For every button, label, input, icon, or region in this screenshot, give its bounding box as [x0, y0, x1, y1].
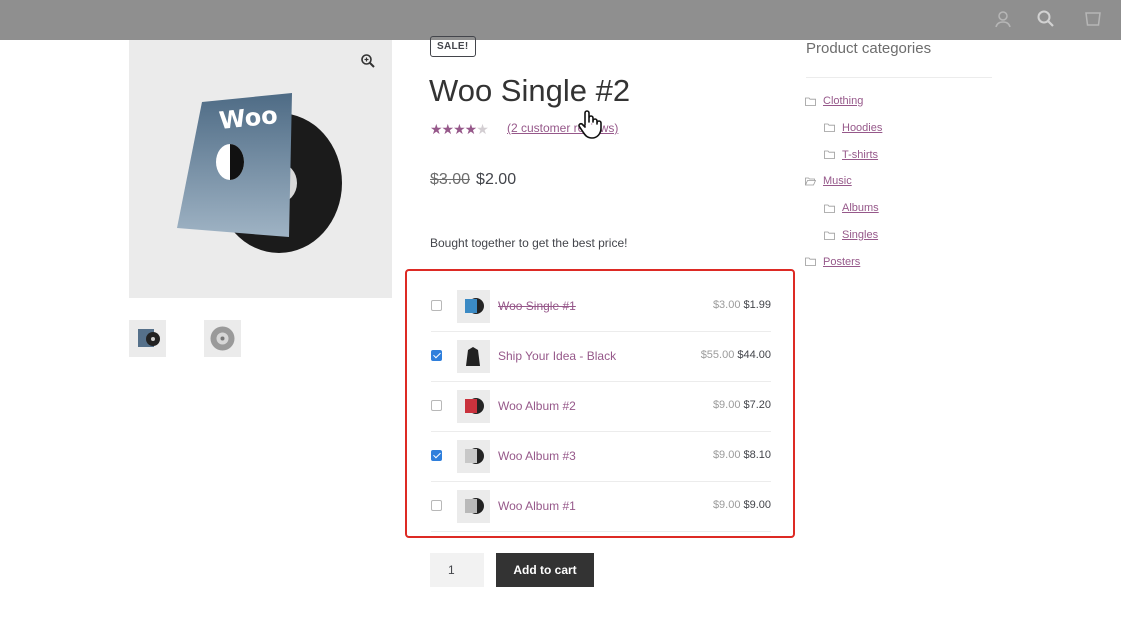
- item-name[interactable]: Woo Album #3: [498, 449, 576, 463]
- item-thumbnail: [457, 440, 490, 473]
- item-thumbnail: [457, 390, 490, 423]
- category-label[interactable]: Posters: [823, 256, 860, 268]
- add-to-cart-button[interactable]: Add to cart: [496, 553, 594, 587]
- category-label[interactable]: T-shirts: [842, 149, 878, 161]
- item-price: $9.00 $8.10: [712, 449, 771, 461]
- sidebar-item-clothing[interactable]: Clothing: [805, 95, 863, 107]
- star-rating: ★★★★★: [430, 121, 489, 138]
- cart-icon[interactable]: [1083, 9, 1103, 29]
- sidebar-item-albums[interactable]: Albums: [824, 202, 879, 214]
- item-name[interactable]: Woo Single #1: [498, 299, 576, 313]
- sidebar-item-hoodies[interactable]: Hoodies: [824, 122, 882, 134]
- quantity-input[interactable]: [430, 553, 484, 587]
- folder-icon: [824, 204, 835, 213]
- divider: [806, 77, 992, 78]
- folder-open-icon: [805, 177, 816, 186]
- star-icon: ★★★★: [430, 121, 477, 137]
- star-half-icon: ★: [476, 121, 489, 137]
- sidebar-item-posters[interactable]: Posters: [805, 256, 860, 268]
- item-price: $3.00 $1.99: [712, 299, 771, 311]
- user-icon[interactable]: [993, 9, 1013, 29]
- item-thumbnail: [457, 290, 490, 323]
- category-label[interactable]: Hoodies: [842, 122, 882, 134]
- item-thumbnail: [457, 490, 490, 523]
- bought-together-list: Woo Single #1 $3.00 $1.99 Ship Your Idea …: [405, 269, 795, 538]
- sidebar-title: Product categories: [806, 40, 932, 57]
- item-name[interactable]: Woo Album #1: [498, 499, 576, 513]
- folder-icon: [824, 231, 835, 240]
- item-price: $55.00 $44.00: [700, 349, 771, 361]
- list-item: Woo Single #1 $3.00 $1.99: [431, 282, 771, 332]
- item-name[interactable]: Woo Album #2: [498, 399, 576, 413]
- folder-icon: [824, 123, 835, 133]
- hand-cursor-icon: [573, 105, 609, 141]
- product-title: Woo Single #2: [429, 73, 631, 108]
- product-price: $3.00 $2.00: [430, 171, 516, 189]
- item-price: $9.00 $9.00: [712, 499, 771, 511]
- item-name[interactable]: Ship Your Idea - Black: [498, 349, 616, 363]
- item-checkbox[interactable]: [431, 500, 442, 511]
- list-item: Ship Your Idea - Black $55.00 $44.00: [431, 332, 771, 382]
- gallery-thumbnail-disc[interactable]: [204, 320, 241, 357]
- search-icon[interactable]: [1036, 9, 1056, 29]
- folder-icon: [824, 150, 835, 159]
- bought-together-intro: Bought together to get the best price!: [430, 236, 628, 250]
- product-main-image[interactable]: Woo: [129, 40, 392, 298]
- site-header: [0, 0, 1121, 40]
- item-checkbox[interactable]: [431, 300, 442, 311]
- zoom-icon[interactable]: [360, 53, 376, 69]
- item-thumbnail: [457, 340, 490, 373]
- category-label[interactable]: Clothing: [823, 95, 863, 107]
- sale-price: $2.00: [476, 171, 517, 188]
- folder-icon: [805, 257, 816, 267]
- list-item: Woo Album #3 $9.00 $8.10: [431, 432, 771, 482]
- old-price: $3.00: [430, 171, 471, 188]
- category-label[interactable]: Singles: [842, 229, 878, 241]
- sidebar-item-music[interactable]: Music: [805, 175, 852, 187]
- item-checkbox[interactable]: [431, 400, 442, 411]
- category-label[interactable]: Albums: [842, 202, 879, 214]
- item-price: $9.00 $7.20: [712, 399, 771, 411]
- gallery-thumbnail-cover[interactable]: [129, 320, 166, 357]
- sidebar-item-t-shirts[interactable]: T-shirts: [824, 149, 878, 161]
- list-item: Woo Album #2 $9.00 $7.20: [431, 382, 771, 432]
- sale-badge: SALE!: [430, 36, 476, 57]
- sidebar-item-singles[interactable]: Singles: [824, 229, 878, 241]
- folder-icon: [805, 97, 816, 106]
- item-checkbox[interactable]: [431, 350, 442, 361]
- category-label[interactable]: Music: [823, 175, 852, 187]
- item-checkbox[interactable]: [431, 450, 442, 461]
- list-item: Woo Album #1 $9.00 $9.00: [431, 482, 771, 532]
